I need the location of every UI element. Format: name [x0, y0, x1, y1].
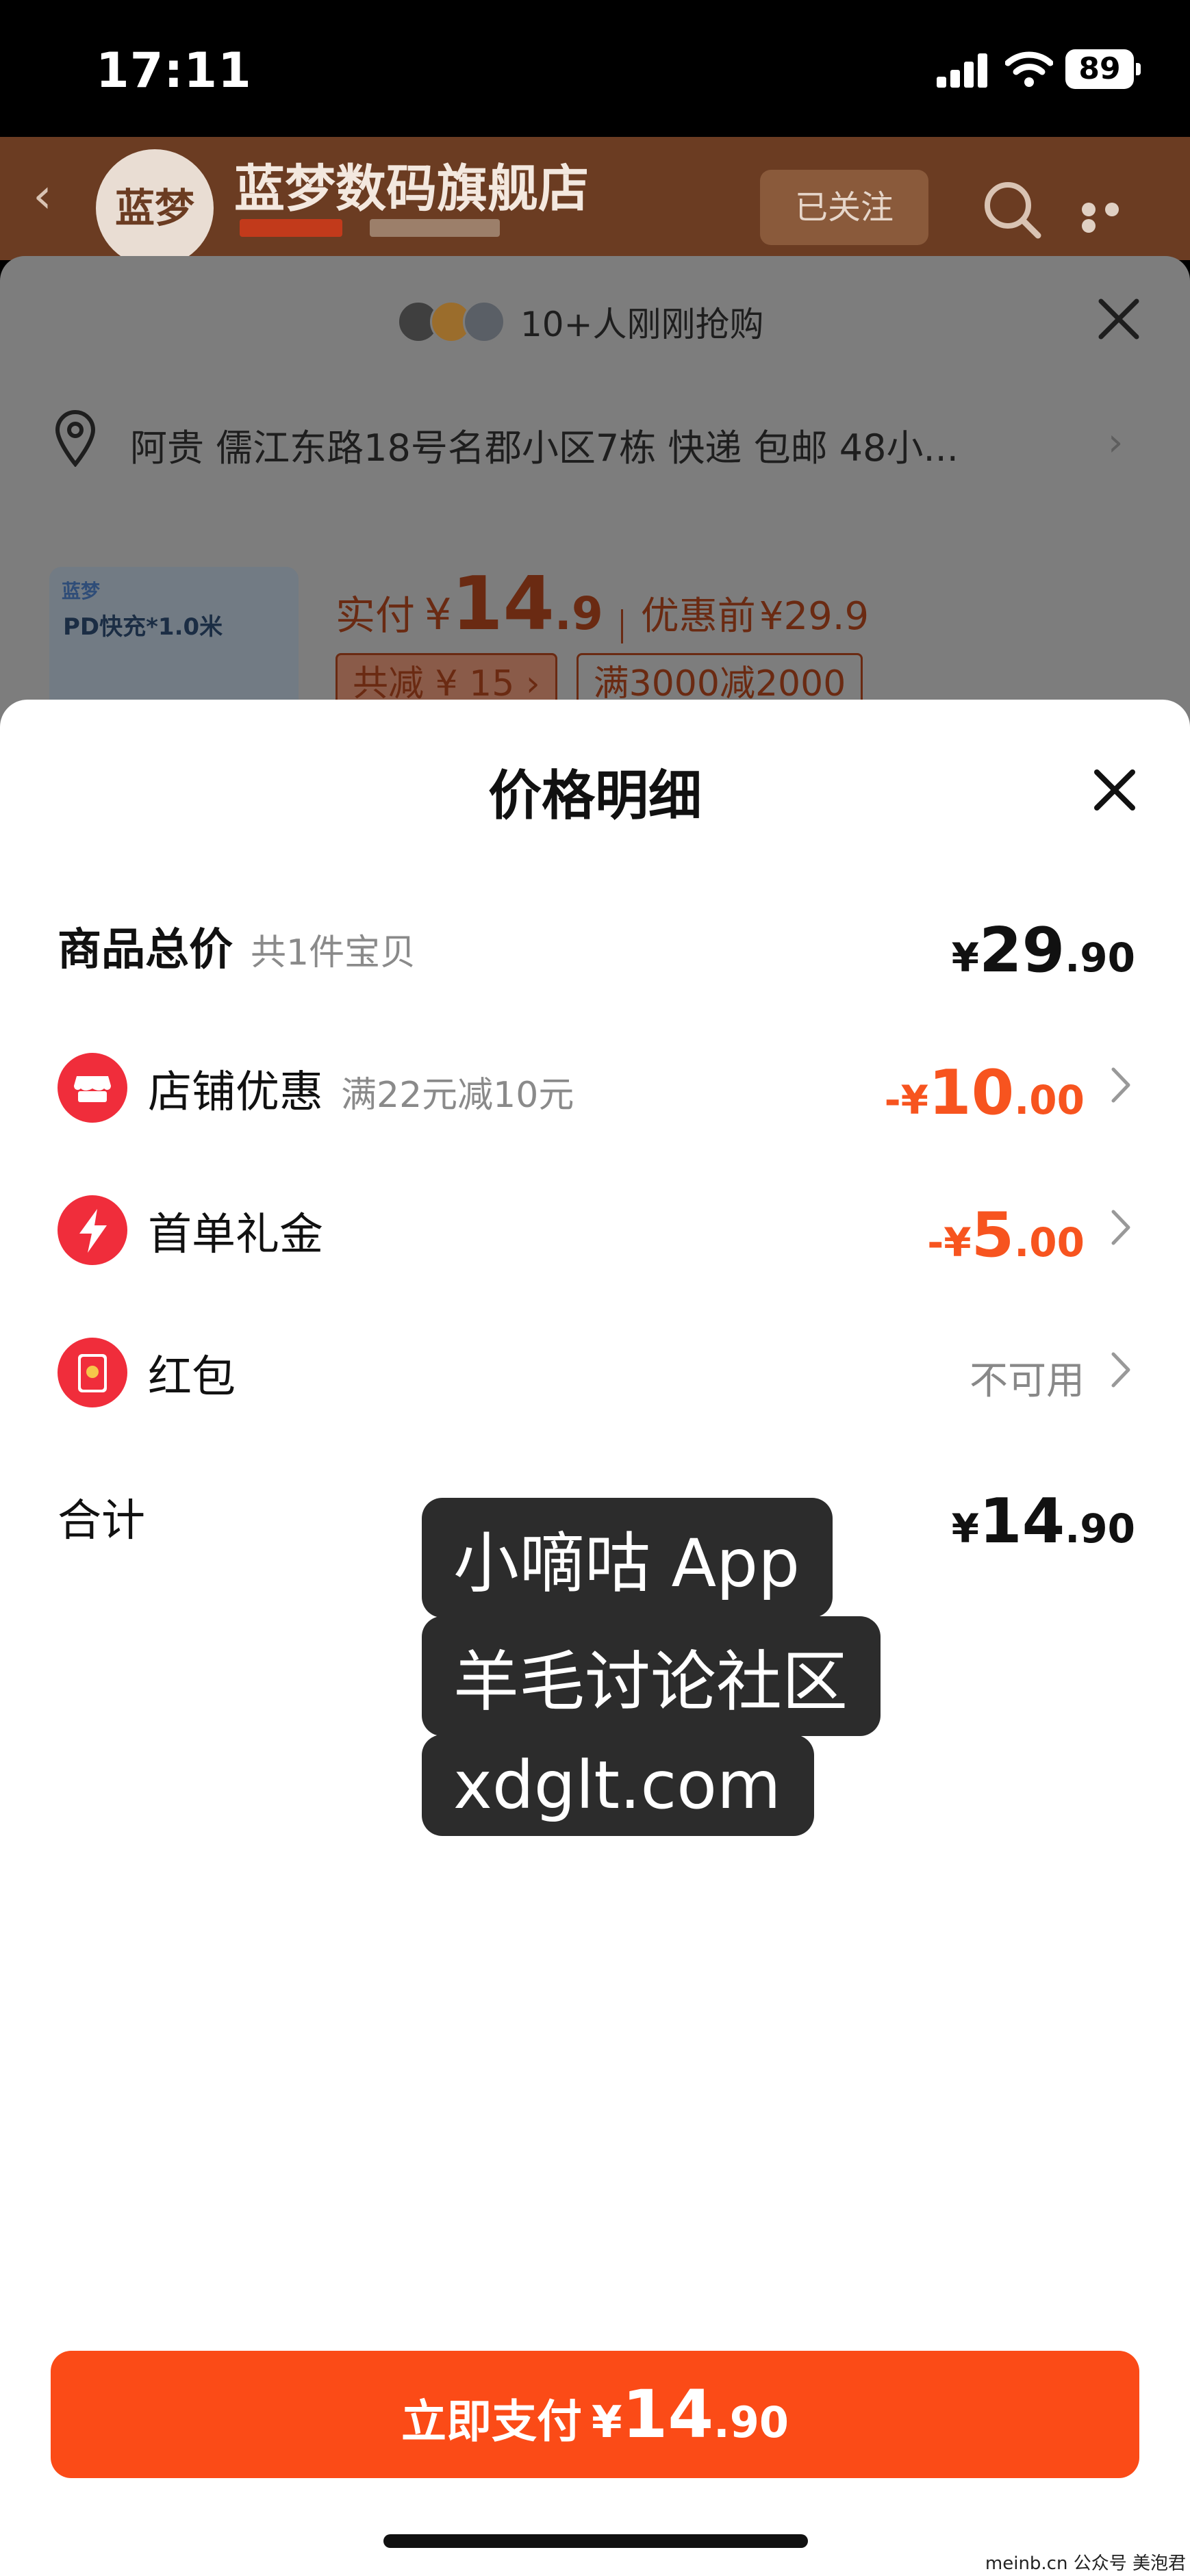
recent-buyers-text: 10+人刚刚抢购 [520, 305, 764, 344]
store-discount-rule: 满22元减10元 [341, 1075, 574, 1116]
amount-dec: .00 [1014, 1077, 1085, 1123]
watermark-line-2: 羊毛讨论社区 [422, 1616, 881, 1736]
paid-amount-int: 14 [451, 561, 555, 647]
currency-symbol: ¥ [951, 934, 979, 981]
chevron-right-icon [1111, 1352, 1130, 1388]
red-envelope-label: 红包 [148, 1352, 236, 1403]
home-indicator[interactable] [383, 2534, 808, 2548]
store-header: ‹ 蓝梦 蓝梦数码旗舰店 已关注 [0, 137, 1190, 267]
amount-dec: .90 [1065, 1505, 1135, 1552]
total-amount: ¥14.90 [952, 1485, 1135, 1557]
currency-symbol: -¥ [927, 1219, 972, 1266]
currency-symbol: ¥ [951, 1505, 979, 1552]
wifi-icon [1005, 51, 1053, 87]
address-row[interactable]: 阿贵 儒江东路18号名郡小区7栋 快递 包邮 48小... › [53, 405, 1135, 474]
chevron-right-icon [1111, 1210, 1130, 1245]
paid-currency: ¥ [425, 589, 452, 639]
before-discount-label: 优惠前 [640, 594, 756, 639]
row-title: 商品总价 共1件宝贝 [58, 915, 416, 978]
address-text: 阿贵 儒江东路18号名郡小区7栋 快递 包邮 48小... [130, 426, 959, 470]
status-time: 17:11 [96, 42, 252, 99]
store-icon [58, 1053, 127, 1123]
amount-dec: .90 [1065, 934, 1135, 981]
chevron-right-icon [1111, 1067, 1130, 1103]
search-icon[interactable] [979, 177, 1045, 242]
cellular-signal-icon [937, 53, 989, 88]
goods-total-row: 商品总价 共1件宝贝 ¥29.90 [58, 898, 1135, 986]
footer-credit: meinb.cn 公众号 美泡君 [985, 2553, 1186, 2574]
amount-int: 10 [928, 1057, 1015, 1129]
pay-now-button[interactable]: 立即支付 ¥14.90 [51, 2351, 1139, 2478]
item-count: 共1件宝贝 [251, 932, 416, 973]
goods-total-amount: ¥29.90 [952, 915, 1135, 986]
currency-symbol: -¥ [884, 1077, 928, 1123]
more-icon[interactable] [1082, 203, 1150, 233]
purchase-sheet: 10+人刚刚抢购 阿贵 儒江东路18号名郡小区7栋 快递 包邮 48小... ›… [0, 256, 1190, 800]
store-avatar[interactable]: 蓝梦 [96, 149, 214, 267]
row-title: 店铺优惠 满22元减10元 [148, 1057, 574, 1120]
watermark-line-3: xdglt.com [422, 1735, 814, 1836]
total-label: 合计 [58, 1496, 145, 1546]
close-icon[interactable] [1091, 767, 1138, 813]
watermark-line-1: 小嘀咕 App [422, 1498, 833, 1618]
amount-int: 14 [979, 1485, 1065, 1557]
first-order-gift-row[interactable]: 首单礼金 -¥5.00 [58, 1183, 1135, 1271]
first-order-gift-amount: -¥5.00 [927, 1199, 1085, 1271]
watermark: 小嘀咕 App 羊毛讨论社区 xdglt.com [422, 1498, 881, 1836]
close-icon[interactable] [1094, 294, 1143, 344]
follow-button[interactable]: 已关注 [760, 170, 928, 245]
lightning-icon [58, 1195, 127, 1265]
amount-dec: .00 [1014, 1219, 1085, 1266]
store-name[interactable]: 蓝梦数码旗舰店 [234, 148, 589, 221]
pay-currency: ¥ [592, 2397, 622, 2448]
pay-amount-dec: .90 [713, 2397, 789, 2447]
chevron-right-icon: › [1108, 420, 1124, 465]
back-icon[interactable]: ‹ [33, 172, 74, 220]
store-badges [240, 219, 527, 240]
before-discount-price: ¥29.9 [759, 594, 870, 639]
red-envelope-icon [58, 1338, 127, 1407]
red-envelope-row[interactable]: 红包 不可用 [58, 1325, 1135, 1407]
buyer-avatar [463, 301, 505, 343]
amount-int: 29 [979, 915, 1065, 986]
thumbnail-caption: PD快充*1.0米 [63, 613, 223, 641]
battery-icon: 89 [1065, 49, 1141, 89]
red-envelope-status: 不可用 [970, 1359, 1085, 1403]
first-order-gift-label: 首单礼金 [148, 1210, 323, 1260]
pay-amount-int: 14 [622, 2376, 714, 2453]
divider [620, 609, 623, 643]
amount-int: 5 [971, 1199, 1015, 1271]
location-pin-icon [55, 410, 96, 467]
status-bar: 17:11 89 [0, 0, 1190, 137]
price-summary: 实付 ¥14.9 优惠前 ¥29.9 [336, 561, 869, 647]
sheet-title: 价格明细 [488, 765, 702, 827]
store-discount-row[interactable]: 店铺优惠 满22元减10元 -¥10.00 [58, 1041, 1135, 1129]
recent-buyers: 10+人刚刚抢购 [397, 294, 764, 349]
paid-amount-dec: .9 [554, 587, 603, 640]
paid-label: 实付 [336, 592, 416, 639]
store-discount-amount: -¥10.00 [885, 1057, 1085, 1129]
goods-total-label: 商品总价 [58, 925, 233, 975]
pay-button-label: 立即支付 [401, 2395, 583, 2448]
thumbnail-brand: 蓝梦 [62, 580, 101, 602]
store-discount-label: 店铺优惠 [148, 1067, 323, 1118]
